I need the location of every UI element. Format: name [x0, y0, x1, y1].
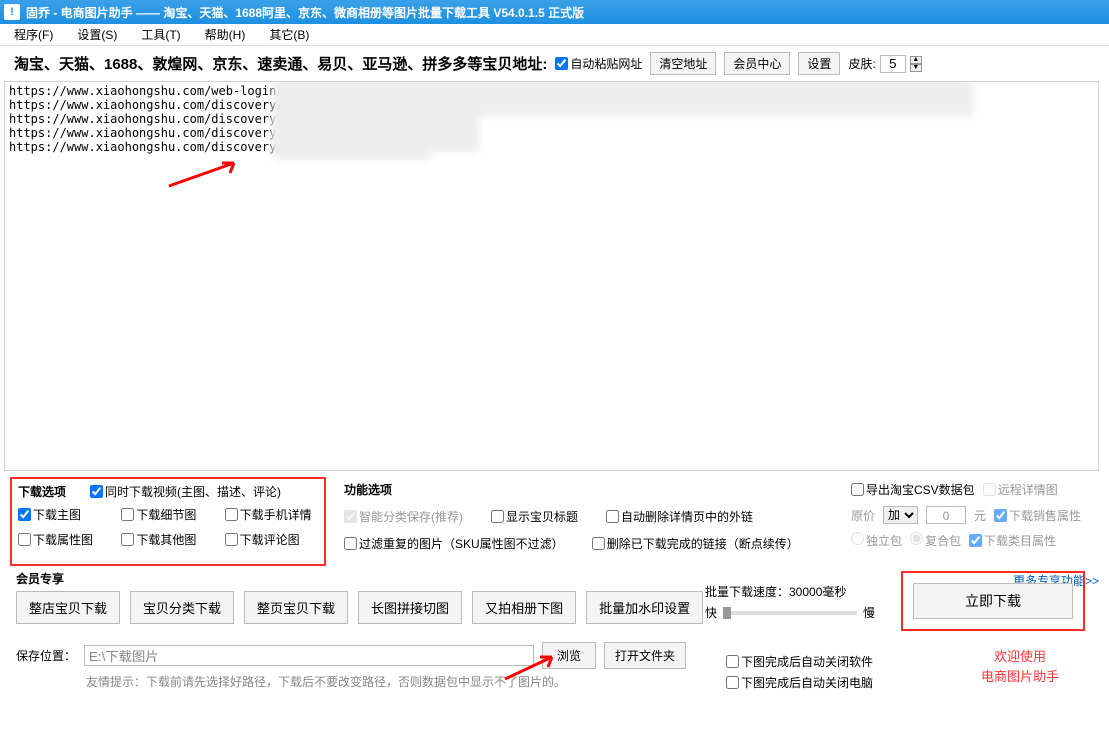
- menu-program[interactable]: 程序(F): [14, 26, 53, 43]
- open-folder-button[interactable]: 打开文件夹: [604, 642, 686, 669]
- download-now-button[interactable]: 立即下载: [913, 583, 1073, 619]
- download-options-label: 下载选项: [18, 483, 66, 500]
- menu-bar: 程序(F) 设置(S) 工具(T) 帮助(H) 其它(B): [0, 24, 1109, 46]
- save-location-label: 保存位置：: [16, 647, 76, 664]
- speed-slider[interactable]: [723, 611, 857, 615]
- annotation-arrow-icon: [135, 144, 244, 205]
- bottom-panel: 下载选项 同时下载视频(主图、描述、评论) 下载主图 下载细节图 下载手机详情 …: [0, 471, 1109, 690]
- whole-shop-download-button[interactable]: 整店宝贝下载: [16, 591, 120, 624]
- skin-spinner[interactable]: ▲▼: [910, 56, 922, 72]
- speed-label: 批量下载速度：30000毫秒: [705, 585, 846, 599]
- menu-help[interactable]: 帮助(H): [205, 26, 246, 43]
- delete-finished-links-checkbox[interactable]: 删除已下载完成的链接（断点续传）: [592, 535, 799, 552]
- address-label: 淘宝、天猫、1688、敦煌网、京东、速卖通、易贝、亚马逊、拼多多等宝贝地址:: [14, 53, 547, 74]
- app-icon: !: [4, 4, 20, 20]
- multi-pack-radio[interactable]: 复合包: [910, 532, 961, 549]
- watermark-settings-button[interactable]: 批量加水印设置: [586, 591, 703, 624]
- annotation-arrow-icon: [500, 651, 560, 684]
- download-main-image-checkbox[interactable]: 下载主图: [18, 506, 111, 523]
- download-sale-attr-checkbox[interactable]: 下载销售属性: [994, 507, 1081, 524]
- settings-button[interactable]: 设置: [798, 52, 840, 75]
- shutdown-after-checkbox[interactable]: 下图完成后自动关闭电脑: [726, 674, 873, 691]
- export-options-group: 导出淘宝CSV数据包 远程详情图 原价 加 0 元 下载销售属性 独立包 复合包…: [845, 477, 1099, 566]
- close-app-after-checkbox[interactable]: 下图完成后自动关闭软件: [726, 653, 873, 670]
- download-review-image-checkbox[interactable]: 下载评论图: [225, 531, 318, 548]
- title-bar: ! 固乔 - 电商图片助手 —— 淘宝、天猫、1688阿里、京东、微商相册等图片…: [0, 0, 1109, 24]
- menu-tools[interactable]: 工具(T): [141, 26, 180, 43]
- price-action-select[interactable]: 加: [883, 506, 918, 524]
- skin-value-input[interactable]: [880, 55, 906, 73]
- function-options-group: 功能选项 智能分类保存(推荐) 显示宝贝标题 自动删除详情页中的外链 过滤重复的…: [326, 477, 845, 566]
- remote-detail-checkbox: 远程详情图: [983, 481, 1058, 498]
- download-other-image-checkbox[interactable]: 下载其他图: [121, 531, 214, 548]
- single-pack-radio[interactable]: 独立包: [851, 532, 902, 549]
- url-textarea[interactable]: https://www.xiaohongshu.com/web-login/ca…: [4, 81, 1099, 471]
- save-path-input[interactable]: [84, 645, 534, 666]
- download-mobile-detail-checkbox[interactable]: 下载手机详情: [225, 506, 318, 523]
- export-csv-checkbox[interactable]: 导出淘宝CSV数据包: [851, 481, 975, 498]
- clear-address-button[interactable]: 清空地址: [650, 52, 716, 75]
- function-options-label: 功能选项: [344, 481, 837, 498]
- download-attr-image-checkbox[interactable]: 下载属性图: [18, 531, 111, 548]
- download-video-checkbox[interactable]: 同时下载视频(主图、描述、评论): [90, 483, 281, 500]
- page-download-button[interactable]: 整页宝贝下载: [244, 591, 348, 624]
- welcome-text: 欢迎使用 电商图片助手: [981, 647, 1059, 687]
- category-download-button[interactable]: 宝贝分类下载: [130, 591, 234, 624]
- long-image-cut-button[interactable]: 长图拼接切图: [358, 591, 462, 624]
- download-category-attr-checkbox[interactable]: 下载类目属性: [969, 532, 1056, 549]
- download-options-group: 下载选项 同时下载视频(主图、描述、评论) 下载主图 下载细节图 下载手机详情 …: [10, 477, 326, 566]
- filter-duplicate-checkbox[interactable]: 过滤重复的图片（SKU属性图不过滤）: [344, 535, 564, 552]
- speed-pane: 批量下载速度：30000毫秒 快 慢: [705, 583, 875, 621]
- remove-external-links-checkbox[interactable]: 自动删除详情页中的外链: [606, 508, 753, 525]
- after-download-options: 下图完成后自动关闭软件 下图完成后自动关闭电脑: [726, 653, 873, 695]
- address-toolbar: 淘宝、天猫、1688、敦煌网、京东、速卖通、易贝、亚马逊、拼多多等宝贝地址: 自…: [0, 46, 1109, 81]
- download-detail-image-checkbox[interactable]: 下载细节图: [121, 506, 214, 523]
- menu-other[interactable]: 其它(B): [269, 26, 309, 43]
- smart-save-checkbox: 智能分类保存(推荐): [344, 508, 463, 525]
- show-title-checkbox[interactable]: 显示宝贝标题: [491, 508, 578, 525]
- window-title: 固乔 - 电商图片助手 —— 淘宝、天猫、1688阿里、京东、微商相册等图片批量…: [26, 4, 584, 21]
- price-value-input[interactable]: 0: [926, 506, 966, 524]
- skin-selector: 皮肤: ▲▼: [848, 55, 921, 73]
- menu-settings[interactable]: 设置(S): [77, 26, 117, 43]
- redacted-region: [281, 122, 421, 152]
- member-center-button[interactable]: 会员中心: [724, 52, 790, 75]
- auto-paste-checkbox[interactable]: 自动粘贴网址: [555, 55, 642, 72]
- youpai-album-button[interactable]: 又拍相册下图: [472, 591, 576, 624]
- redacted-region: [475, 84, 965, 108]
- download-now-wrap: 立即下载: [901, 571, 1085, 631]
- member-label: 会员专享: [16, 570, 64, 587]
